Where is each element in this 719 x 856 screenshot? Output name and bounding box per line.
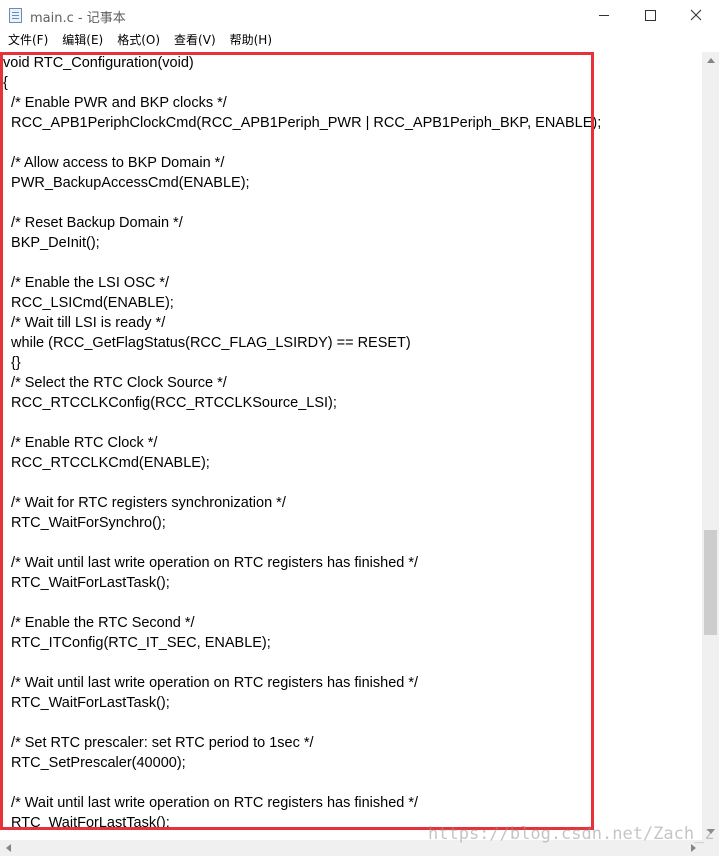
code-line: {} [3, 355, 21, 371]
menu-bar: 文件(F) 编辑(E) 格式(O) 查看(V) 帮助(H) [0, 30, 719, 51]
code-line: RTC_WaitForSynchro(); [3, 515, 166, 531]
scrollbar-corner [702, 840, 719, 856]
code-line: /* Enable the LSI OSC */ [3, 275, 170, 291]
code-line: /* Wait until last write operation on RT… [3, 795, 419, 811]
code-line: RTC_WaitForLastTask(); [3, 815, 170, 831]
code-line: RCC_LSICmd(ENABLE); [3, 295, 174, 311]
scroll-right-button[interactable] [685, 840, 702, 856]
arrow-right-icon [691, 844, 696, 852]
code-line: /* Reset Backup Domain */ [3, 215, 183, 231]
scroll-down-button[interactable] [702, 823, 719, 840]
vertical-scrollbar[interactable] [702, 52, 719, 840]
code-line: /* Enable the RTC Second */ [3, 615, 195, 631]
code-line: RTC_ITConfig(RTC_IT_SEC, ENABLE); [3, 635, 271, 651]
code-line: { [3, 75, 8, 91]
code-line: /* Allow access to BKP Domain */ [3, 155, 225, 171]
window-title: main.c - 记事本 [30, 11, 126, 26]
title-bar[interactable]: main.c - 记事本 [0, 0, 719, 30]
code-line: /* Wait until last write operation on RT… [3, 555, 419, 571]
scroll-up-button[interactable] [702, 52, 719, 69]
arrow-down-icon [706, 829, 715, 834]
code-line: void RTC_Configuration(void) [3, 55, 194, 71]
text-editor[interactable]: void RTC_Configuration(void) { /* Enable … [0, 52, 702, 840]
menu-view[interactable]: 查看(V) [167, 30, 223, 51]
notepad-icon [9, 8, 22, 23]
code-line: /* Wait until last write operation on RT… [3, 675, 419, 691]
menu-format[interactable]: 格式(O) [110, 30, 167, 51]
code-content: void RTC_Configuration(void) { /* Enable … [3, 53, 601, 833]
horizontal-scrollbar[interactable] [0, 840, 702, 856]
arrow-left-icon [6, 844, 11, 852]
close-icon [690, 9, 702, 21]
menu-help[interactable]: 帮助(H) [223, 30, 279, 51]
code-line: RTC_WaitForLastTask(); [3, 575, 170, 591]
code-line: PWR_BackupAccessCmd(ENABLE); [3, 175, 250, 191]
code-line: RCC_RTCCLKConfig(RCC_RTCCLKSource_LSI); [3, 395, 337, 411]
arrow-up-icon [706, 58, 715, 63]
code-line: /* Enable RTC Clock */ [3, 435, 158, 451]
code-line: BKP_DeInit(); [3, 235, 100, 251]
code-line: RCC_RTCCLKCmd(ENABLE); [3, 455, 210, 471]
code-line: /* Enable PWR and BKP clocks */ [3, 95, 227, 111]
maximize-button[interactable] [627, 0, 673, 30]
code-line: /* Set RTC prescaler: set RTC period to … [3, 735, 314, 751]
menu-edit[interactable]: 编辑(E) [55, 30, 110, 51]
code-line: RCC_APB1PeriphClockCmd(RCC_APB1Periph_PW… [3, 115, 602, 131]
code-line: RTC_WaitForLastTask(); [3, 695, 170, 711]
code-line: /* Wait till LSI is ready */ [3, 315, 166, 331]
minimize-button[interactable] [581, 0, 627, 30]
code-line: /* Select the RTC Clock Source */ [3, 375, 227, 391]
scroll-left-button[interactable] [0, 840, 17, 856]
code-line: RTC_SetPrescaler(40000); [3, 755, 186, 771]
code-line: while (RCC_GetFlagStatus(RCC_FLAG_LSIRDY… [3, 335, 411, 351]
menu-file[interactable]: 文件(F) [0, 30, 55, 51]
close-button[interactable] [673, 0, 719, 30]
code-line: /* Wait for RTC registers synchronizatio… [3, 495, 286, 511]
vertical-scroll-thumb[interactable] [704, 530, 717, 635]
